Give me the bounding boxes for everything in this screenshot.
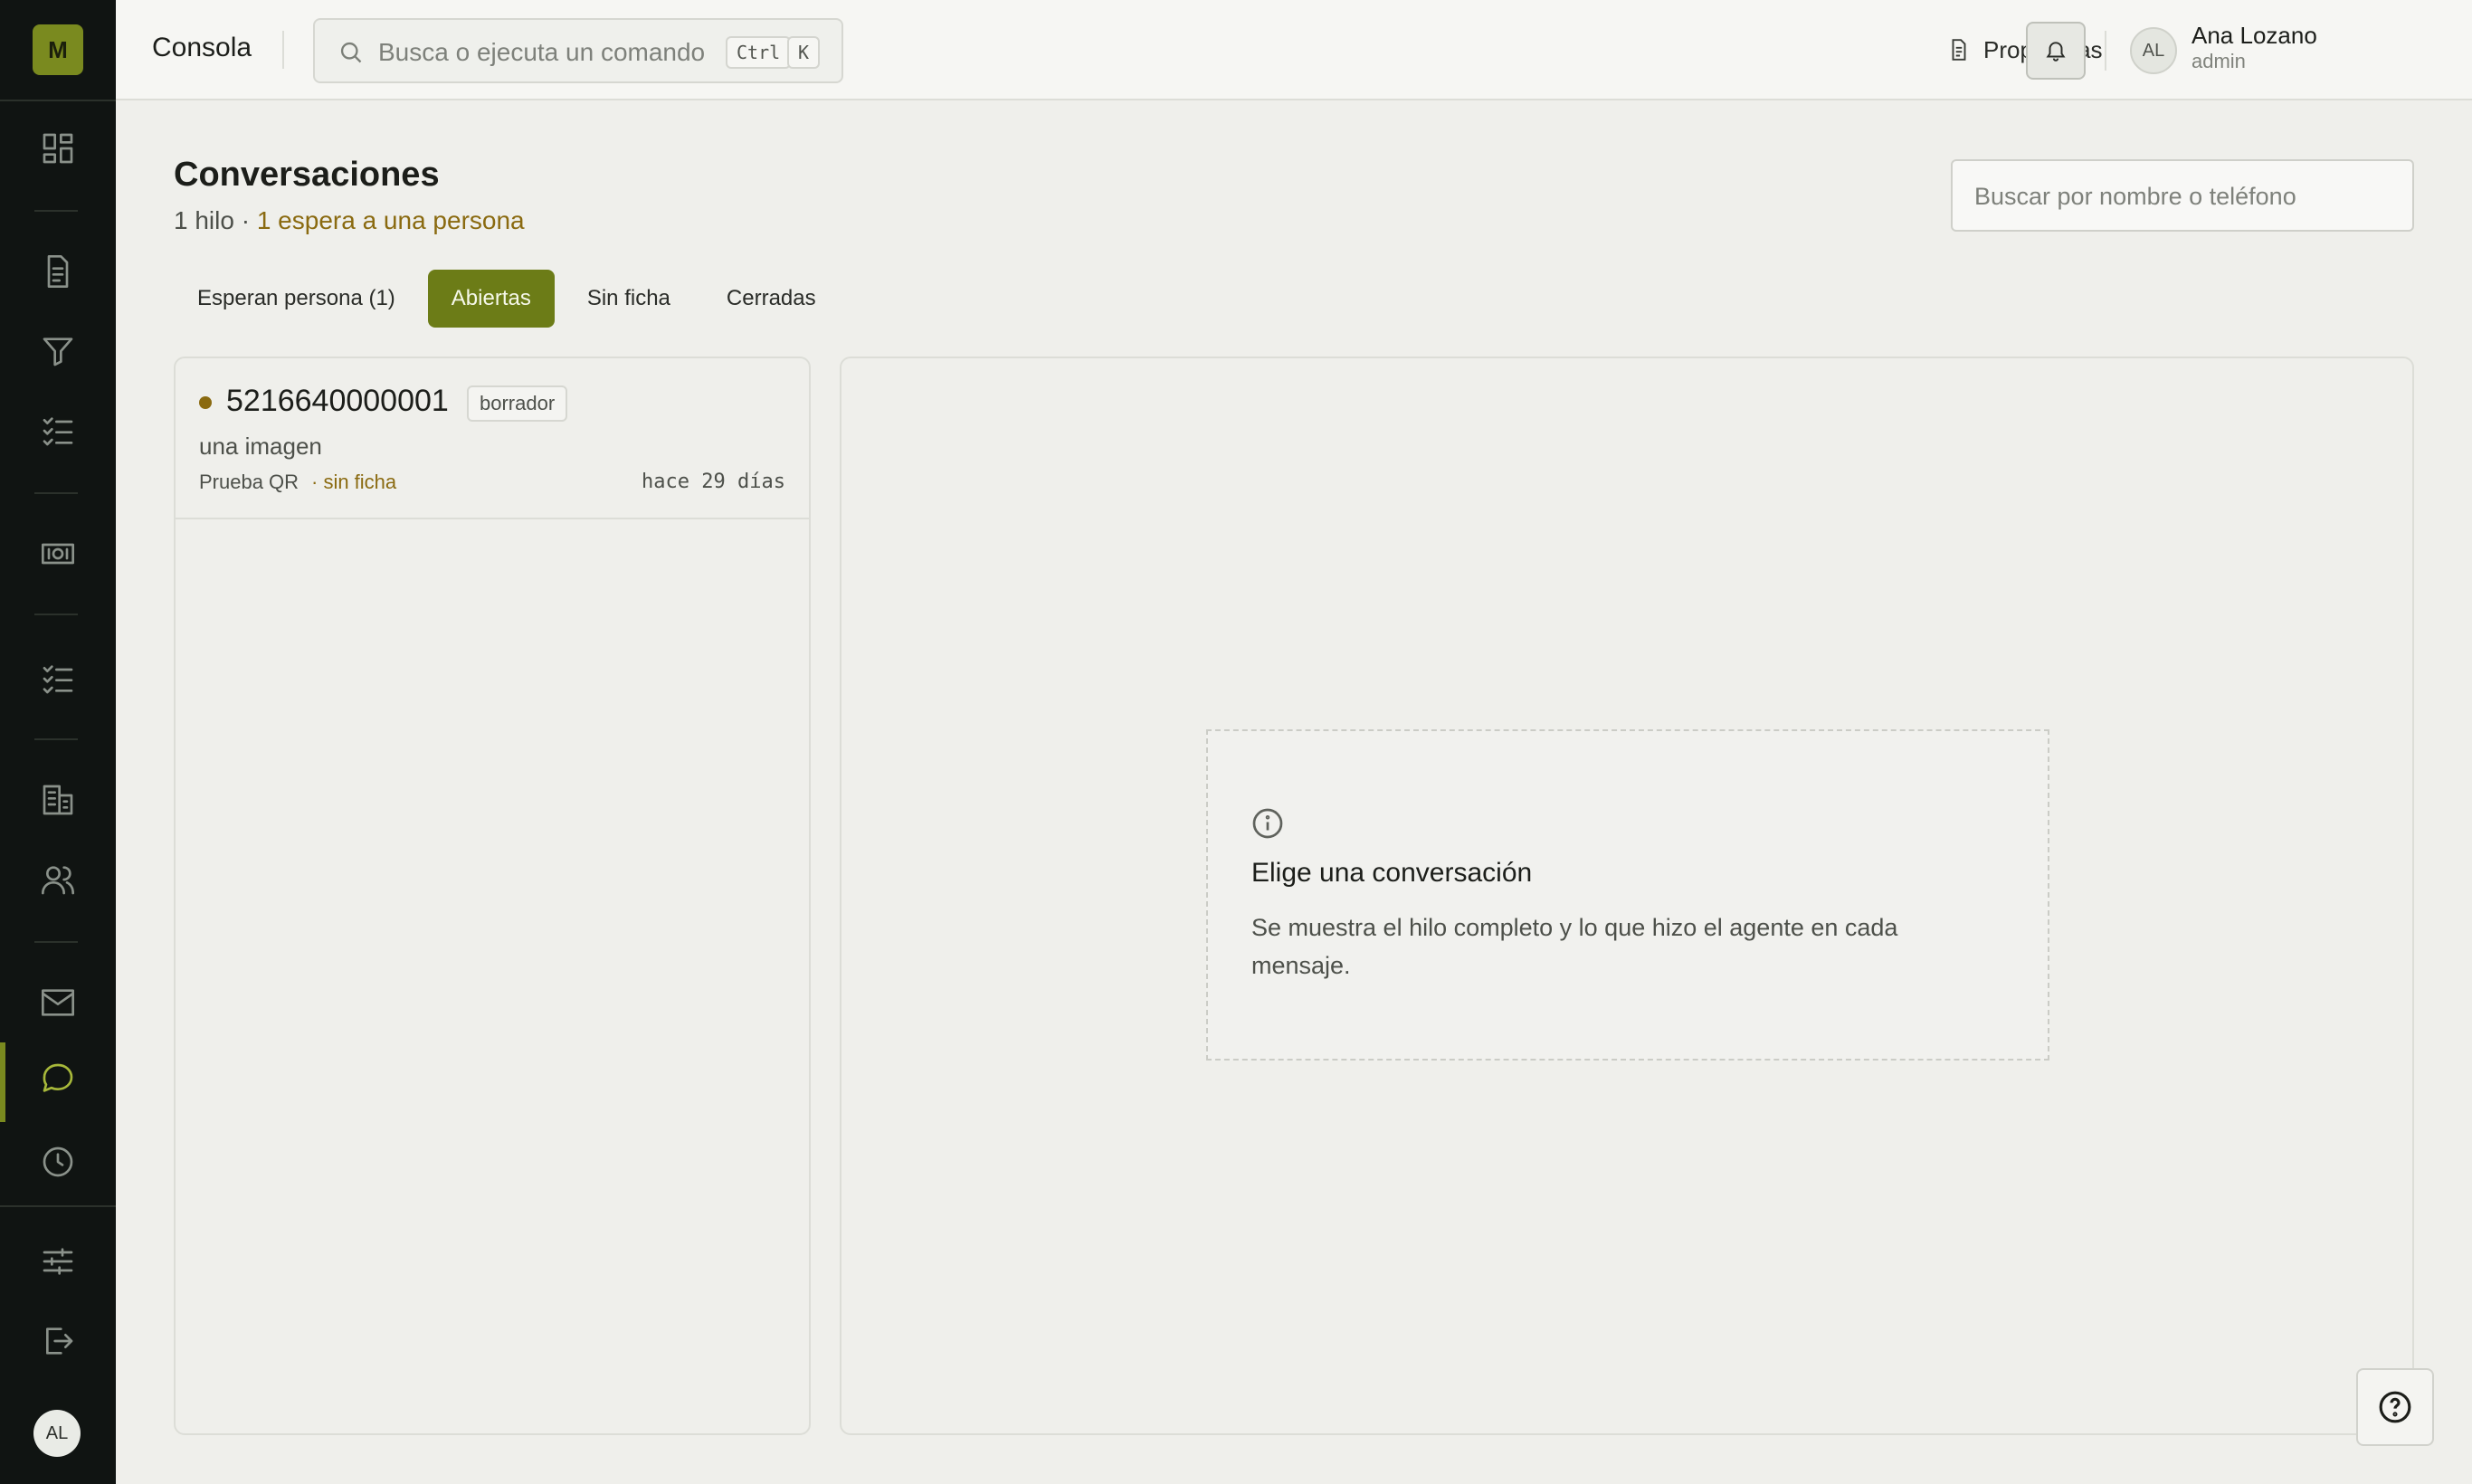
sidebar-divider <box>34 492 78 494</box>
sidebar-divider <box>34 210 78 212</box>
clock-icon <box>43 1146 73 1177</box>
conversation-snippet: una imagen <box>199 433 322 460</box>
sidebar-avatar[interactable]: AL <box>33 1410 81 1457</box>
sliders-icon <box>43 1248 73 1275</box>
help-button[interactable] <box>2356 1368 2434 1446</box>
sidebar-divider <box>0 1205 116 1207</box>
info-icon <box>1252 808 1283 839</box>
conversation-list-item[interactable]: 5216640000001 borrador una imagen Prueba… <box>176 358 809 519</box>
sidebar-item-logout[interactable] <box>0 1305 116 1377</box>
tab-open[interactable]: Abiertas <box>427 270 555 328</box>
sidebar-item-filters[interactable] <box>0 315 116 387</box>
document-icon <box>1952 39 1966 61</box>
command-search-input[interactable]: Busca o ejecuta un comando Ctrl K <box>313 18 843 83</box>
conversation-search-input[interactable]: Buscar por nombre o teléfono <box>1951 159 2414 232</box>
kbd-k: K <box>787 36 821 69</box>
document-icon <box>47 255 69 288</box>
brand-logo[interactable]: M <box>33 24 83 75</box>
sidebar-divider <box>34 614 78 615</box>
checklist-icon <box>43 417 73 446</box>
status-badge: borrador <box>467 385 568 422</box>
search-icon <box>340 42 362 63</box>
page-subtitle: 1 hilo · 1 espera a una persona <box>174 206 525 235</box>
conversation-time: hace 29 días <box>642 471 785 493</box>
filter-icon <box>43 338 73 366</box>
unread-dot <box>199 396 212 409</box>
user-role: admin <box>2192 50 2246 72</box>
sidebar-divider <box>34 738 78 740</box>
page-title: Conversaciones <box>174 156 440 194</box>
tab-no-record[interactable]: Sin ficha <box>564 270 694 328</box>
users-icon <box>42 866 74 895</box>
sidebar-divider <box>34 941 78 943</box>
empty-state: Elige una conversación Se muestra el hil… <box>1206 729 2049 1061</box>
chat-bubble-icon <box>43 1063 73 1092</box>
tab-closed[interactable]: Cerradas <box>703 270 840 328</box>
conversation-detail: Elige una conversación Se muestra el hil… <box>840 357 2414 1435</box>
conversation-flag: · sin ficha <box>311 471 397 493</box>
command-search-placeholder: Busca o ejecuta un comando <box>378 38 706 66</box>
conversation-search-placeholder: Buscar por nombre o teléfono <box>1974 183 2296 210</box>
topbar-divider <box>2105 31 2106 71</box>
conversation-phone: 5216640000001 <box>226 384 449 418</box>
sidebar-divider <box>0 100 116 101</box>
sidebar-item-tasks[interactable] <box>0 395 116 467</box>
topbar: Consola Busca o ejecuta un comando Ctrl … <box>116 0 2472 100</box>
user-name[interactable]: Ana Lozano <box>2192 22 2317 50</box>
user-avatar[interactable]: AL <box>2130 27 2177 74</box>
sidebar-item-documents[interactable] <box>0 235 116 308</box>
conversation-source: Prueba QR <box>199 471 299 493</box>
dashboard-icon <box>43 133 73 164</box>
sidebar-item-history[interactable] <box>0 1126 116 1198</box>
sidebar-item-payments[interactable] <box>0 518 116 590</box>
help-icon <box>2379 1391 2411 1423</box>
app-title: Consola <box>152 33 252 62</box>
conversation-list: 5216640000001 borrador una imagen Prueba… <box>174 357 811 1435</box>
mail-icon <box>42 989 74 1016</box>
app: M AL Consola Busca o ejecuta un comando … <box>0 0 2472 1484</box>
banknote-icon <box>42 543 74 565</box>
notifications-button[interactable] <box>2026 22 2086 80</box>
sidebar-item-mail[interactable] <box>0 966 116 1039</box>
sidebar: M AL <box>0 0 116 1484</box>
waiting-count: 1 espera a una persona <box>256 206 525 234</box>
sidebar-item-lists[interactable] <box>0 642 116 715</box>
sidebar-item-dashboard[interactable] <box>0 112 116 185</box>
topbar-divider <box>282 31 284 69</box>
kbd-ctrl: Ctrl <box>726 36 792 69</box>
status-tabs: Esperan persona (1) Abiertas Sin ficha C… <box>174 270 840 328</box>
sidebar-item-companies[interactable] <box>0 764 116 836</box>
building-icon <box>43 785 73 815</box>
sidebar-item-users[interactable] <box>0 843 116 916</box>
logout-icon <box>46 1327 73 1355</box>
sidebar-item-settings[interactable] <box>0 1225 116 1298</box>
empty-state-description: Se muestra el hilo completo y lo que hiz… <box>1251 914 1898 979</box>
empty-state-title: Elige una conversación <box>1251 858 1533 888</box>
tab-waiting[interactable]: Esperan persona (1) <box>174 270 419 328</box>
checklist-icon <box>43 665 73 694</box>
thread-count: 1 hilo · <box>174 206 257 234</box>
sidebar-item-conversations[interactable] <box>0 1042 116 1122</box>
bell-icon <box>2046 42 2066 62</box>
